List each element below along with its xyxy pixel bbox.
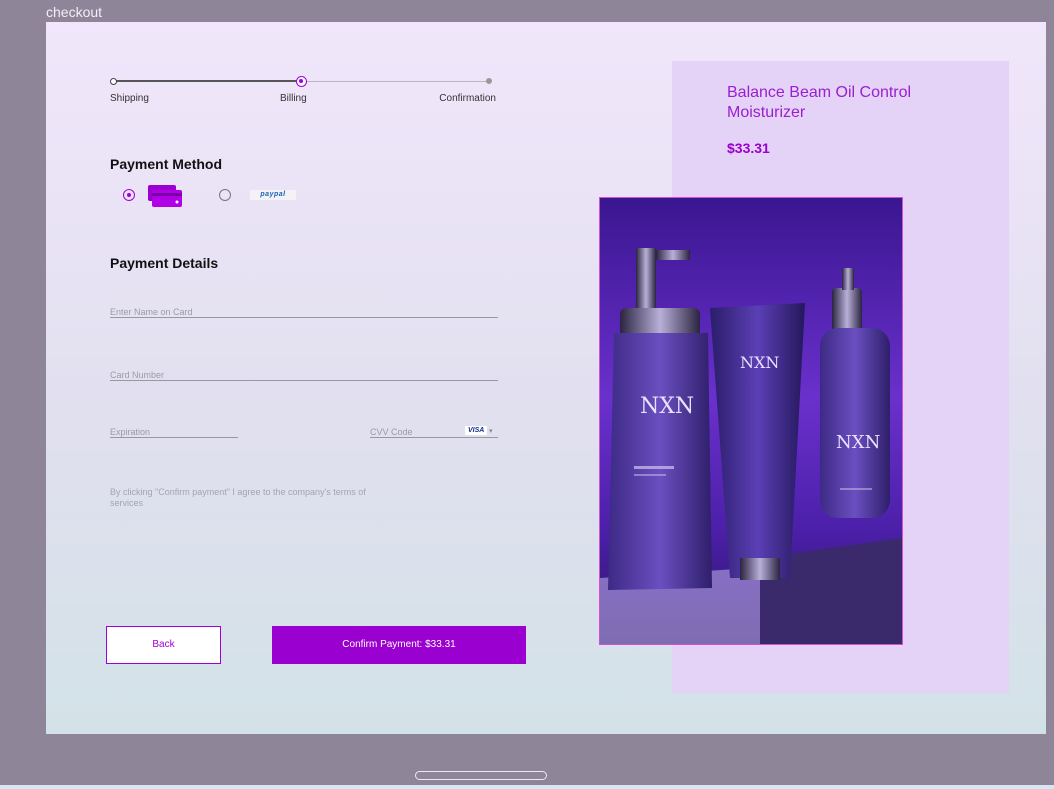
card-number-input[interactable] bbox=[110, 370, 498, 380]
chevron-down-icon[interactable]: ▾ bbox=[489, 427, 493, 435]
paypal-radio[interactable] bbox=[219, 189, 231, 201]
paypal-logo[interactable]: paypal bbox=[250, 190, 296, 200]
step-confirmation-dot[interactable] bbox=[486, 78, 492, 84]
confirm-payment-button[interactable]: Confirm Payment: $33.31 bbox=[272, 626, 526, 664]
expiration-field bbox=[110, 422, 238, 438]
nxn-logo-left: NXN bbox=[640, 394, 694, 419]
expiration-input[interactable] bbox=[110, 427, 238, 437]
product-image: NXN NXN NXN bbox=[599, 197, 903, 645]
step-shipping-dot[interactable] bbox=[110, 78, 117, 85]
step-confirmation-label: Confirmation bbox=[439, 93, 496, 104]
terms-text: By clicking "Confirm payment" I agree to… bbox=[110, 487, 366, 508]
credit-card-icon[interactable] bbox=[148, 185, 182, 207]
card-number-field bbox=[110, 365, 498, 381]
visa-icon[interactable]: VISA bbox=[465, 426, 488, 435]
card-radio[interactable] bbox=[123, 189, 135, 201]
step-shipping-label: Shipping bbox=[110, 93, 149, 104]
nxn-logo-center: NXN bbox=[740, 353, 779, 372]
bottom-strip bbox=[0, 785, 1054, 789]
step-billing-dot[interactable] bbox=[296, 76, 307, 87]
name-on-card-field bbox=[110, 302, 498, 318]
step-billing-label: Billing bbox=[280, 93, 307, 104]
payment-details-title: Payment Details bbox=[110, 255, 219, 271]
window-title: checkout bbox=[46, 4, 103, 20]
checkout-stepper: Shipping Billing Confirmation bbox=[110, 72, 496, 112]
name-on-card-input[interactable] bbox=[110, 307, 498, 317]
stepper-progress bbox=[113, 80, 303, 82]
nxn-logo-right: NXN bbox=[836, 432, 880, 453]
product-illustration: NXN NXN NXN bbox=[600, 248, 902, 644]
product-price: $33.31 bbox=[727, 140, 770, 156]
product-name: Balance Beam Oil Control Moisturizer bbox=[727, 84, 912, 121]
back-button[interactable]: Back bbox=[106, 626, 221, 664]
payment-method-title: Payment Method bbox=[110, 156, 223, 172]
home-indicator[interactable] bbox=[415, 771, 547, 780]
checkout-card: Shipping Billing Confirmation Payment Me… bbox=[46, 22, 1046, 734]
